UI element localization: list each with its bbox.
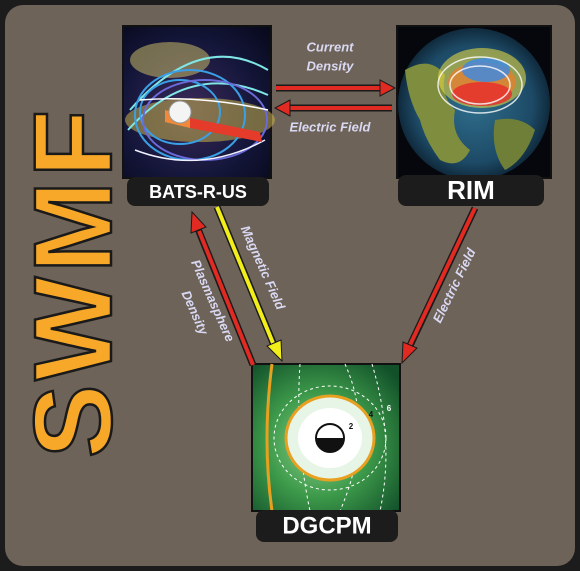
diagram-canvas: SWMF BATS-R-US RIM 2 4 6 DGCPM Current D… [0, 0, 580, 571]
dgcpm-contour-label-4: 4 [369, 410, 374, 419]
dgcpm-contour-label-6: 6 [387, 404, 392, 413]
electric-field-label-rim-to-bats: Electric Field [290, 119, 372, 134]
rim-label: RIM [447, 175, 495, 205]
dgcpm-contour-label-2: 2 [349, 422, 354, 431]
current-density-label-line1: Current [307, 39, 355, 54]
rim-image [396, 25, 552, 180]
bats-r-us-label: BATS-R-US [149, 182, 247, 202]
bats-r-us-image [122, 25, 275, 179]
dgcpm-image: 2 4 6 [251, 363, 401, 512]
dgcpm-label: DGCPM [282, 512, 371, 539]
swmf-diagram: SWMF BATS-R-US RIM 2 4 6 DGCPM Current D… [0, 0, 580, 571]
current-density-label-line2: Density [307, 58, 355, 73]
swmf-title: SWMF [12, 106, 135, 458]
